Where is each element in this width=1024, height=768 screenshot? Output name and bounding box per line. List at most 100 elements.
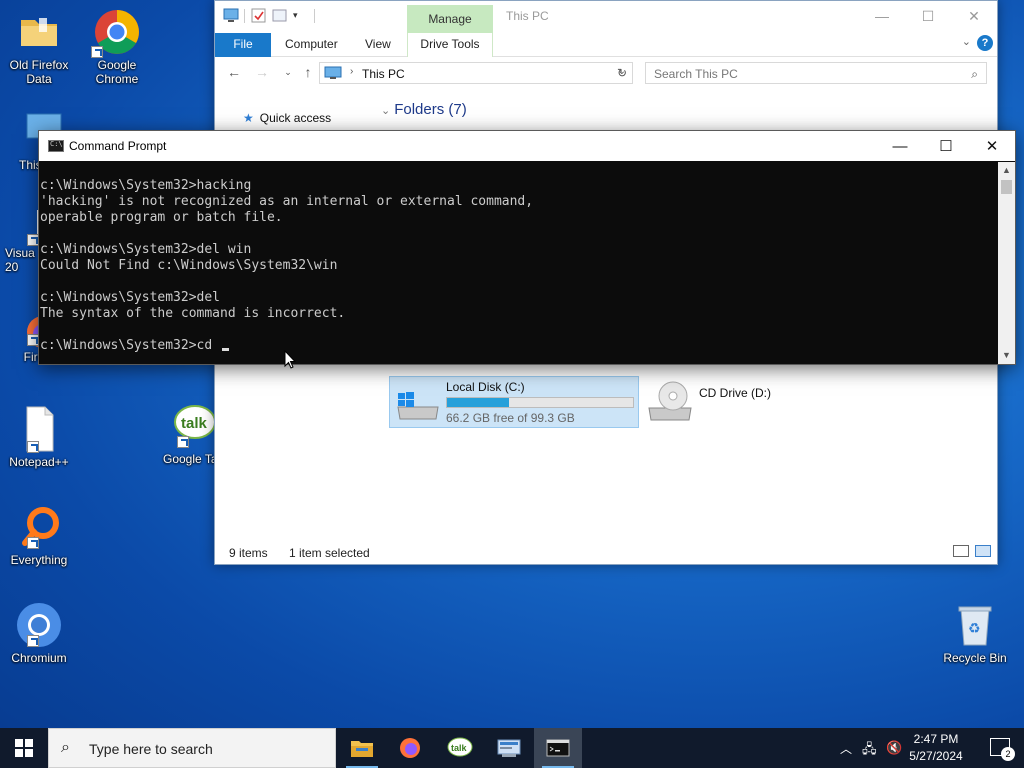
maximize-icon[interactable]: ☐ [905, 1, 951, 31]
console-line: c:\Windows\System32>del win [40, 242, 252, 257]
console-prompt-line[interactable]: c:\Windows\System32>cd [40, 338, 998, 354]
drive-cd-d[interactable]: CD Drive (D:) [647, 380, 847, 426]
scrollbar-thumb[interactable] [1001, 180, 1012, 194]
back-icon[interactable]: ← [225, 63, 243, 81]
taskbar-google-talk[interactable]: talk [436, 728, 484, 768]
collapse-ribbon-icon[interactable]: ⌄ [962, 35, 971, 48]
console-line: 'hacking' is not recognized as an intern… [40, 194, 534, 209]
properties-icon[interactable] [251, 8, 266, 23]
svg-text:talk: talk [451, 743, 468, 753]
minimize-icon[interactable]: — [877, 131, 923, 161]
desktop-icon-chromium[interactable]: Chromium [1, 601, 77, 665]
customize-qat-icon[interactable]: ▾ [293, 8, 308, 23]
drive-usage-bar [446, 397, 634, 408]
tab-computer[interactable]: Computer [285, 33, 338, 57]
desktop-icon-notepad-plus-plus[interactable]: Notepad++ [1, 405, 77, 469]
search-icon: ⌕ [61, 739, 70, 756]
shortcut-arrow-icon [27, 635, 39, 647]
address-bar[interactable]: › This PC ⌄ [319, 62, 633, 84]
drive-name: CD Drive (D:) [699, 386, 771, 400]
tab-view[interactable]: View [365, 33, 391, 57]
firefox-icon [400, 738, 420, 758]
console-line: c:\Windows\System32>hacking [40, 178, 252, 193]
taskbar-command-prompt[interactable] [534, 728, 582, 768]
qat-divider [314, 8, 315, 23]
chrome-icon [91, 8, 141, 58]
taskbar-control-panel[interactable] [485, 728, 533, 768]
desktop-icon-old-firefox-data[interactable]: Old Firefox Data [1, 8, 77, 86]
explorer-title-bar[interactable]: ▾ Manage This PC — ☐ ✕ [215, 1, 997, 33]
folder-icon [15, 8, 63, 56]
refresh-icon[interactable]: ↻ [617, 66, 627, 80]
quick-access-toolbar: ▾ [223, 8, 315, 23]
help-icon[interactable]: ? [977, 35, 993, 51]
taskbar-firefox[interactable] [386, 728, 434, 768]
everything-search-icon [15, 503, 63, 551]
google-talk-icon: talk [169, 402, 217, 450]
explorer-window-title: This PC [506, 9, 549, 23]
desktop-icon-label: Old Firefox Data [9, 58, 69, 86]
svg-text:talk: talk [181, 415, 208, 432]
drive-local-disk-c[interactable]: Local Disk (C:) 66.2 GB free of 99.3 GB [389, 376, 639, 428]
console-prompt: c:\Windows\System32>cd [40, 338, 221, 353]
start-button[interactable] [0, 728, 48, 768]
maximize-icon[interactable]: ☐ [923, 131, 969, 161]
search-input[interactable]: Search This PC ⌕ [645, 62, 987, 84]
windows-logo-icon [15, 739, 33, 757]
clock[interactable]: 2:47 PM 5/27/2024 [896, 731, 976, 765]
close-icon[interactable]: ✕ [969, 131, 1015, 161]
nav-item-quick-access[interactable]: ★ Quick access [243, 111, 331, 125]
view-toggle [953, 545, 991, 557]
command-prompt-window[interactable]: Command Prompt — ☐ ✕ c:\Windows\System32… [38, 130, 1016, 365]
new-folder-icon[interactable] [272, 8, 287, 23]
cmd-window-title: Command Prompt [69, 139, 167, 153]
taskbar: ⌕ Type here to search talk ︿ 🖧 🔇 2:47 PM… [0, 728, 1024, 768]
desktop-icon-recycle-bin[interactable]: ♻ Recycle Bin [937, 601, 1013, 665]
cmd-window-controls: — ☐ ✕ [877, 131, 1015, 161]
shortcut-arrow-icon [91, 46, 103, 58]
scroll-down-icon[interactable]: ▼ [998, 347, 1015, 364]
cmd-title-bar[interactable]: Command Prompt — ☐ ✕ [39, 131, 1015, 161]
folders-group-header[interactable]: ⌄ Folders (7) [381, 101, 467, 118]
drive-name: Local Disk (C:) [446, 380, 525, 394]
status-bar: 9 items 1 item selected [215, 540, 997, 564]
scroll-up-icon[interactable]: ▲ [998, 162, 1015, 179]
control-panel-icon [497, 739, 521, 757]
notification-badge: 2 [1001, 747, 1015, 761]
address-row: ← → ⌄ ↑ › This PC ⌄ ↻ Search This PC ⌕ [215, 59, 997, 87]
details-view-icon[interactable] [953, 545, 969, 557]
show-hidden-icons-chevron-icon[interactable]: ︿ [840, 740, 852, 757]
manage-contextual-tab[interactable]: Manage [407, 5, 493, 33]
desktop-icon-label: Everything [10, 553, 68, 567]
recycle-bin-icon: ♻ [951, 601, 999, 649]
large-icons-view-icon[interactable] [975, 545, 991, 557]
shortcut-arrow-icon [27, 537, 39, 549]
up-icon[interactable]: ↑ [299, 63, 317, 81]
search-placeholder: Search This PC [654, 67, 738, 81]
breadcrumb[interactable]: This PC [362, 67, 405, 81]
console-line: The syntax of the command is incorrect. [40, 306, 346, 321]
cmd-scrollbar[interactable]: ▲ ▼ [998, 162, 1015, 364]
cd-drive-icon [648, 381, 692, 421]
breadcrumb-chevron-icon[interactable]: › [350, 66, 353, 77]
desktop-icon-everything[interactable]: Everything [1, 503, 77, 567]
desktop-icon-google-chrome[interactable]: Google Chrome [79, 8, 155, 86]
nav-item-label: Quick access [259, 111, 332, 125]
taskbar-file-explorer[interactable] [338, 728, 386, 768]
file-explorer-icon [351, 741, 373, 757]
recent-locations-icon[interactable]: ⌄ [279, 63, 297, 81]
windows-drive-icon [397, 392, 439, 420]
tab-file[interactable]: File [215, 33, 271, 57]
forward-icon[interactable]: → [253, 63, 271, 81]
computer-icon[interactable] [223, 8, 239, 23]
tab-drive-tools[interactable]: Drive Tools [407, 33, 493, 57]
cmd-console-output[interactable]: c:\Windows\System32>hacking 'hacking' is… [40, 162, 998, 364]
network-icon[interactable]: 🖧 [862, 740, 877, 762]
minimize-icon[interactable]: — [859, 1, 905, 31]
notification-center-icon[interactable]: 2 [990, 738, 1015, 761]
close-icon[interactable]: ✕ [951, 1, 997, 31]
notepad-plus-plus-icon [15, 405, 63, 453]
taskbar-search-input[interactable]: ⌕ Type here to search [48, 728, 336, 768]
drive-free-space: 66.2 GB free of 99.3 GB [446, 411, 575, 425]
